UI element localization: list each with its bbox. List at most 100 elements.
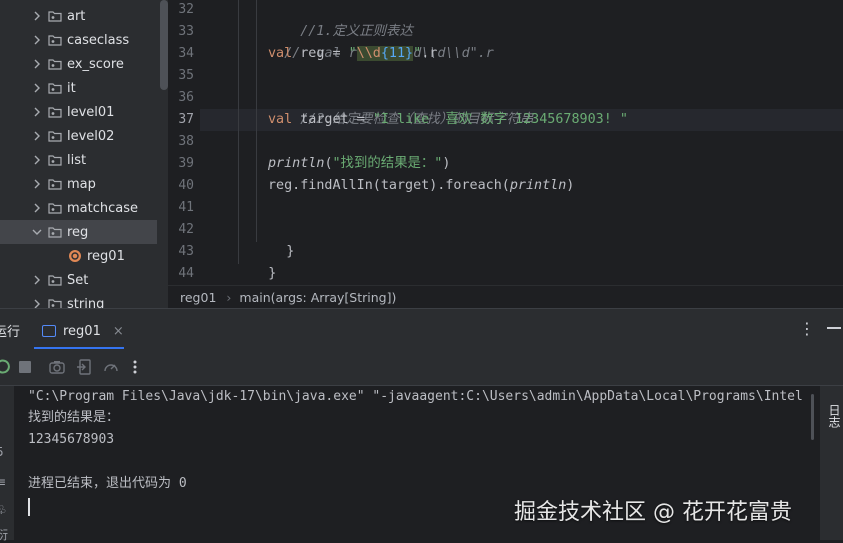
side-glyph[interactable]: 衍	[0, 526, 8, 543]
expression: reg.findAllIn(target).foreach(	[268, 178, 510, 193]
side-glyph[interactable]: ♧	[0, 503, 7, 517]
function-call: println	[509, 178, 567, 193]
tree-item-level02[interactable]: level02	[0, 124, 157, 148]
exit-icon[interactable]	[76, 358, 94, 376]
package-folder-icon	[48, 58, 62, 70]
tab-reg01[interactable]: reg01 ×	[34, 313, 124, 349]
tree-item-label: Set	[67, 272, 89, 288]
scala-object-icon	[68, 249, 82, 263]
tree-item-reg01[interactable]: reg01	[0, 244, 157, 268]
package-folder-icon	[48, 130, 62, 142]
tree-item-ex_score[interactable]: ex_score	[0, 52, 157, 76]
tab-label: reg01	[63, 323, 101, 339]
tree-item-reg[interactable]: reg	[0, 220, 157, 244]
stop-icon[interactable]	[16, 358, 34, 376]
watermark: 掘金技术社区 @ 花开花富贵	[514, 500, 792, 525]
code-line-37[interactable]: val target = "I like 喜欢 数字 12345678903! …	[268, 109, 628, 131]
code-line-34[interactable]: val reg = "\\d{11}".r	[268, 43, 437, 65]
string-quote: "	[348, 46, 357, 61]
code-line-40[interactable]: reg.findAllIn(target).foreach(println)	[268, 175, 574, 197]
breadcrumb-item-method[interactable]: main(args: Array[String])	[239, 290, 396, 305]
tree-item-it[interactable]: it	[0, 76, 157, 100]
package-folder-icon	[48, 178, 62, 190]
console-scrollbar[interactable]	[811, 394, 814, 440]
chevron-right-icon[interactable]	[32, 155, 42, 165]
camera-icon[interactable]	[48, 358, 66, 376]
console-line: 进程已结束，退出代码为 0	[28, 476, 187, 491]
keyword-val: val	[268, 112, 293, 127]
identifier: target =	[292, 112, 373, 127]
tree-item-level01[interactable]: level01	[0, 100, 157, 124]
breadcrumb-item-object[interactable]: reg01	[180, 290, 216, 305]
console-side-toolbar: 5 ≡ ♧ 衍	[0, 386, 14, 543]
package-folder-icon	[48, 106, 62, 118]
line-number: 37	[178, 112, 194, 127]
side-glyph[interactable]: 5	[0, 445, 4, 459]
project-tree: art caseclass ex_score it level01 level02 list…	[0, 0, 168, 308]
side-glyph[interactable]: ≡	[0, 475, 6, 489]
line-number: 39	[178, 156, 194, 171]
chevron-right-icon[interactable]	[32, 299, 42, 308]
package-folder-icon	[48, 274, 62, 286]
tree-item-label: level02	[67, 128, 115, 144]
chevron-right-icon[interactable]	[32, 83, 42, 93]
string-literal: "找到的结果是："	[332, 156, 443, 171]
line-number: 41	[178, 200, 194, 215]
rerun-icon[interactable]	[0, 358, 12, 376]
toolbar-more-icon[interactable]	[126, 358, 144, 376]
identifier: reg =	[292, 46, 349, 61]
regex-escape: \\d	[356, 46, 381, 61]
string-literal: "I like 喜欢 数字 12345678903! "	[372, 112, 628, 127]
chevron-right-icon[interactable]	[32, 179, 42, 189]
line-number: 44	[178, 266, 194, 281]
chevron-down-icon[interactable]	[32, 227, 42, 237]
chevron-right-icon[interactable]	[32, 203, 42, 213]
package-folder-icon	[48, 10, 62, 22]
package-folder-icon	[48, 34, 62, 46]
tree-item-label: map	[67, 176, 96, 192]
code-line-33[interactable]: // val reg ="\\d\\d\\d".r	[252, 21, 494, 61]
text-caret	[28, 498, 30, 516]
line-number: 42	[178, 222, 194, 237]
tree-item-list[interactable]: list	[0, 148, 157, 172]
log-label[interactable]: 日志	[826, 404, 843, 428]
tree-item-label: level01	[67, 104, 115, 120]
code-line-39[interactable]: println("找到的结果是：")	[268, 153, 450, 175]
console-line: "C:\Program Files\Java\jdk-17\bin\java.e…	[28, 389, 803, 404]
line-number: 35	[178, 68, 194, 83]
run-config-icon	[42, 325, 56, 337]
chevron-right-icon[interactable]	[32, 11, 42, 21]
breadcrumb: reg01 › main(args: Array[String])	[168, 285, 843, 309]
gauge-icon[interactable]	[102, 358, 120, 376]
console-line: 12345678903	[28, 432, 115, 447]
tree-item-caseclass[interactable]: caseclass	[0, 28, 157, 52]
code-line-32[interactable]: //1.定义正则表达	[268, 0, 413, 39]
tree-item-label: string	[67, 296, 105, 309]
paren: )	[566, 178, 575, 193]
chevron-right-icon[interactable]	[32, 59, 42, 69]
tree-item-map[interactable]: map	[0, 172, 157, 196]
code-editor[interactable]: 32 33 34 35 36 37 38 39 40 41 42 43 44 //1.定义正则表达 //…	[168, 0, 843, 285]
run-toolbar	[0, 349, 843, 386]
chevron-right-icon[interactable]	[32, 131, 42, 141]
more-options-icon[interactable]: ⋮	[799, 319, 815, 338]
console-line: 找到的结果是：	[28, 410, 120, 425]
tree-scrollbar[interactable]	[160, 0, 168, 90]
code-line-42[interactable]: }	[254, 219, 294, 259]
tree-item-art[interactable]: art	[0, 4, 157, 28]
minimize-icon[interactable]	[827, 327, 841, 329]
chevron-right-icon[interactable]	[32, 275, 42, 285]
tree-item-string[interactable]: string	[0, 292, 157, 308]
chevron-right-icon[interactable]	[32, 35, 42, 45]
code-line-43[interactable]: }	[236, 241, 276, 281]
run-tab-bar: 运行 reg01 × ⋮	[0, 309, 843, 349]
close-icon[interactable]: ×	[113, 324, 124, 339]
line-number: 34	[178, 46, 194, 61]
tree-item-matchcase[interactable]: matchcase	[0, 196, 157, 220]
code-line-36[interactable]: //2.给定要检查（查找）的目标字符串	[268, 87, 533, 127]
tree-item-set[interactable]: Set	[0, 268, 157, 292]
tree-item-label: caseclass	[67, 32, 130, 48]
chevron-right-icon[interactable]	[32, 107, 42, 117]
package-folder-icon	[48, 226, 62, 238]
line-number: 32	[178, 2, 194, 17]
